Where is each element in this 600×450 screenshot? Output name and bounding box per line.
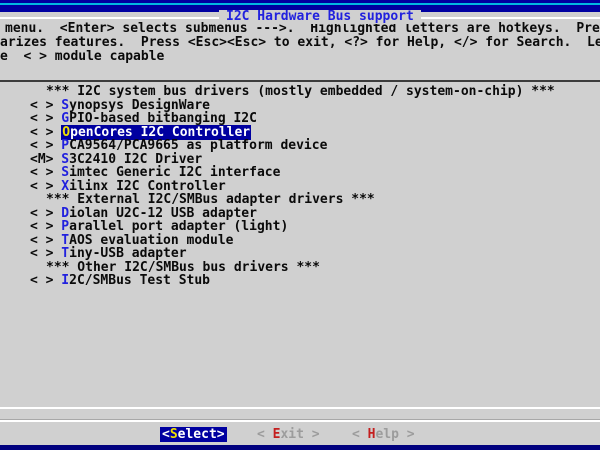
item-state-prefix: < > — [30, 126, 61, 140]
menu-list: *** I2C system bus drivers (mostly embed… — [0, 85, 600, 288]
button-separator — [0, 420, 600, 422]
instructions-text: menu. <Enter> selects submenus --->. Hig… — [0, 22, 600, 64]
instruction-line: menu. <Enter> selects submenus --->. Hig… — [5, 22, 600, 36]
item-state-prefix: < > — [30, 220, 61, 234]
screen-top-rule — [0, 3, 600, 5]
config-dialog: I2C Hardware Bus support menu. <Enter> s… — [0, 12, 600, 445]
menu-item-label: GPIO-based bitbanging I2C — [61, 111, 257, 126]
item-state-prefix: < > — [30, 166, 61, 180]
menu-separator: *** External I2C/SMBus adapter drivers *… — [0, 193, 600, 207]
menu-item[interactable]: < >Synopsys DesignWare — [0, 99, 600, 113]
item-state-prefix: < > — [30, 112, 61, 126]
menu-box-bottom-border — [0, 407, 600, 409]
menu-item[interactable]: < >Simtec Generic I2C interface — [0, 166, 600, 180]
item-state-prefix: < > — [30, 180, 61, 194]
item-state-prefix: < > — [30, 234, 61, 248]
button-row: <Select> < Exit > < Help > — [0, 427, 600, 443]
help-button[interactable]: < Help > — [352, 427, 415, 442]
menu-item[interactable]: < >Tiny-USB adapter — [0, 247, 600, 261]
menu-item[interactable]: < >I2C/SMBus Test Stub — [0, 274, 600, 288]
item-state-prefix: < > — [30, 99, 61, 113]
menu-separator: *** I2C system bus drivers (mostly embed… — [0, 85, 600, 99]
hotkey-letter: I — [61, 273, 69, 288]
screen-bottom-band — [0, 445, 600, 450]
exit-button[interactable]: < Exit > — [257, 427, 320, 442]
menu-item[interactable]: < >Diolan U2C-12 USB adapter — [0, 207, 600, 221]
item-state-prefix: < > — [30, 274, 61, 288]
menu-item[interactable]: < >Parallel port adapter (light) — [0, 220, 600, 234]
dialog-title: I2C Hardware Bus support — [219, 10, 421, 24]
item-state-prefix: < > — [30, 207, 61, 221]
hotkey-letter: S — [170, 427, 178, 442]
menu-item[interactable]: < >GPIO-based bitbanging I2C — [0, 112, 600, 126]
menu-item-label: I2C/SMBus Test Stub — [61, 273, 210, 288]
item-state-prefix: < > — [30, 247, 61, 261]
menu-item[interactable]: < >TAOS evaluation module — [0, 234, 600, 248]
item-state-prefix: <M> — [30, 153, 61, 167]
menuconfig-screen: I2C Hardware Bus support menu. <Enter> s… — [0, 0, 600, 450]
menu-box-top-border — [0, 80, 600, 82]
hotkey-letter: E — [273, 427, 281, 442]
hotkey-letter: H — [368, 427, 376, 442]
menu-item[interactable]: < >PCA9564/PCA9665 as platform device — [0, 139, 600, 153]
instruction-line: arizes features. Press <Esc><Esc> to exi… — [0, 36, 600, 50]
menu-item[interactable]: < >OpenCores I2C Controller — [0, 126, 600, 140]
menu-item[interactable]: <M>S3C2410 I2C Driver — [0, 153, 600, 167]
item-state-prefix: < > — [30, 139, 61, 153]
instruction-line: e < > module capable — [0, 50, 600, 64]
menu-item[interactable]: < >Xilinx I2C Controller — [0, 180, 600, 194]
select-button[interactable]: <Select> — [160, 427, 227, 442]
menu-separator: *** Other I2C/SMBus bus drivers *** — [0, 261, 600, 275]
